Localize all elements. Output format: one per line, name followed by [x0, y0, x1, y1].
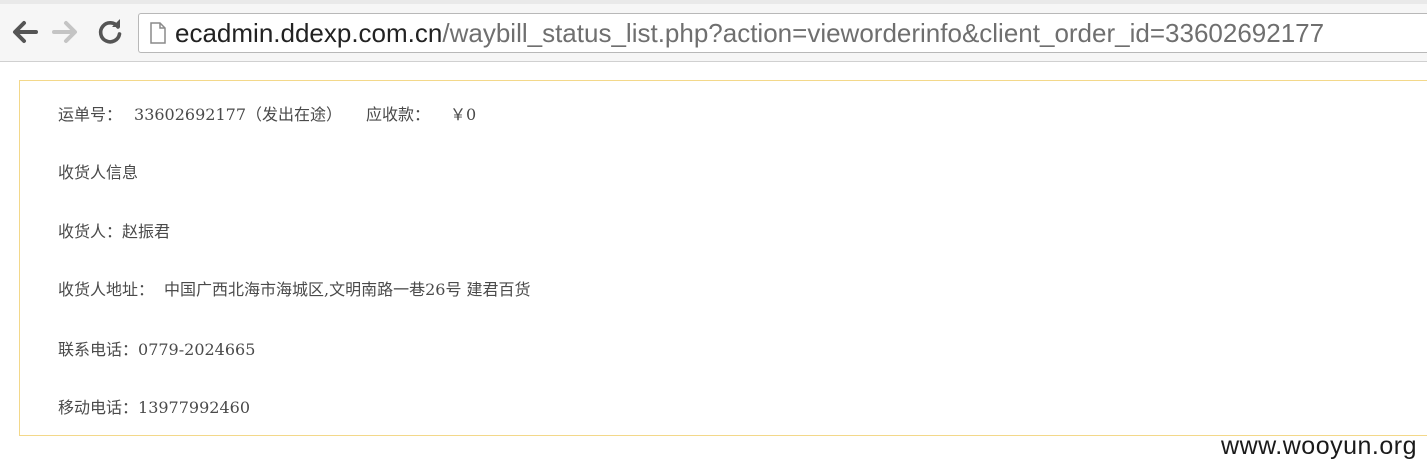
- address-label: 收货人地址：: [58, 280, 155, 299]
- order-info-panel: 运单号： 33602692177（发出在途） 应收款： ￥0 收货人信息 收货人：赵振…: [19, 80, 1427, 436]
- browser-toolbar: ecadmin.ddexp.com.cn/waybill_status_list…: [0, 0, 1427, 62]
- forward-arrow-icon: [52, 21, 77, 43]
- section-title: 收货人信息: [58, 163, 139, 182]
- mobile-label: 移动电话：: [58, 398, 139, 417]
- phone-label: 联系电话：: [58, 340, 139, 359]
- address-value: 中国广西北海市海城区,文明南路一巷26号 建君百货: [164, 280, 531, 299]
- receivable-value: ￥0: [450, 105, 477, 124]
- waybill-row: 运单号： 33602692177（发出在途） 应收款： ￥0: [58, 101, 476, 125]
- receivable-label: 应收款：: [366, 105, 431, 124]
- forward-button[interactable]: [48, 14, 84, 50]
- page-icon: [149, 22, 167, 44]
- address-row: 收货人地址： 中国广西北海市海城区,文明南路一巷26号 建君百货: [58, 276, 531, 300]
- phone-row: 联系电话：0779-2024665: [58, 336, 255, 360]
- reload-button[interactable]: [92, 14, 128, 50]
- waybill-value: 33602692177（发出在途）: [134, 105, 342, 124]
- watermark: www.wooyun.org: [1221, 432, 1417, 460]
- url-text[interactable]: ecadmin.ddexp.com.cn/waybill_status_list…: [175, 18, 1324, 49]
- consignee-label: 收货人：: [58, 222, 123, 241]
- mobile-row: 移动电话：13977992460: [58, 394, 250, 418]
- url-host: ecadmin.ddexp.com.cn: [175, 17, 443, 48]
- consignee-value: 赵振君: [122, 222, 171, 241]
- reload-icon: [98, 19, 122, 44]
- waybill-label: 运单号：: [58, 105, 123, 124]
- back-button[interactable]: [6, 14, 42, 50]
- address-bar[interactable]: ecadmin.ddexp.com.cn/waybill_status_list…: [138, 13, 1427, 53]
- mobile-value: 13977992460: [138, 398, 250, 417]
- phone-value: 0779-2024665: [138, 340, 256, 359]
- consignee-row: 收货人：赵振君: [58, 218, 170, 242]
- url-path: /waybill_status_list.php?action=vieworde…: [442, 17, 1325, 48]
- back-arrow-icon: [13, 21, 38, 43]
